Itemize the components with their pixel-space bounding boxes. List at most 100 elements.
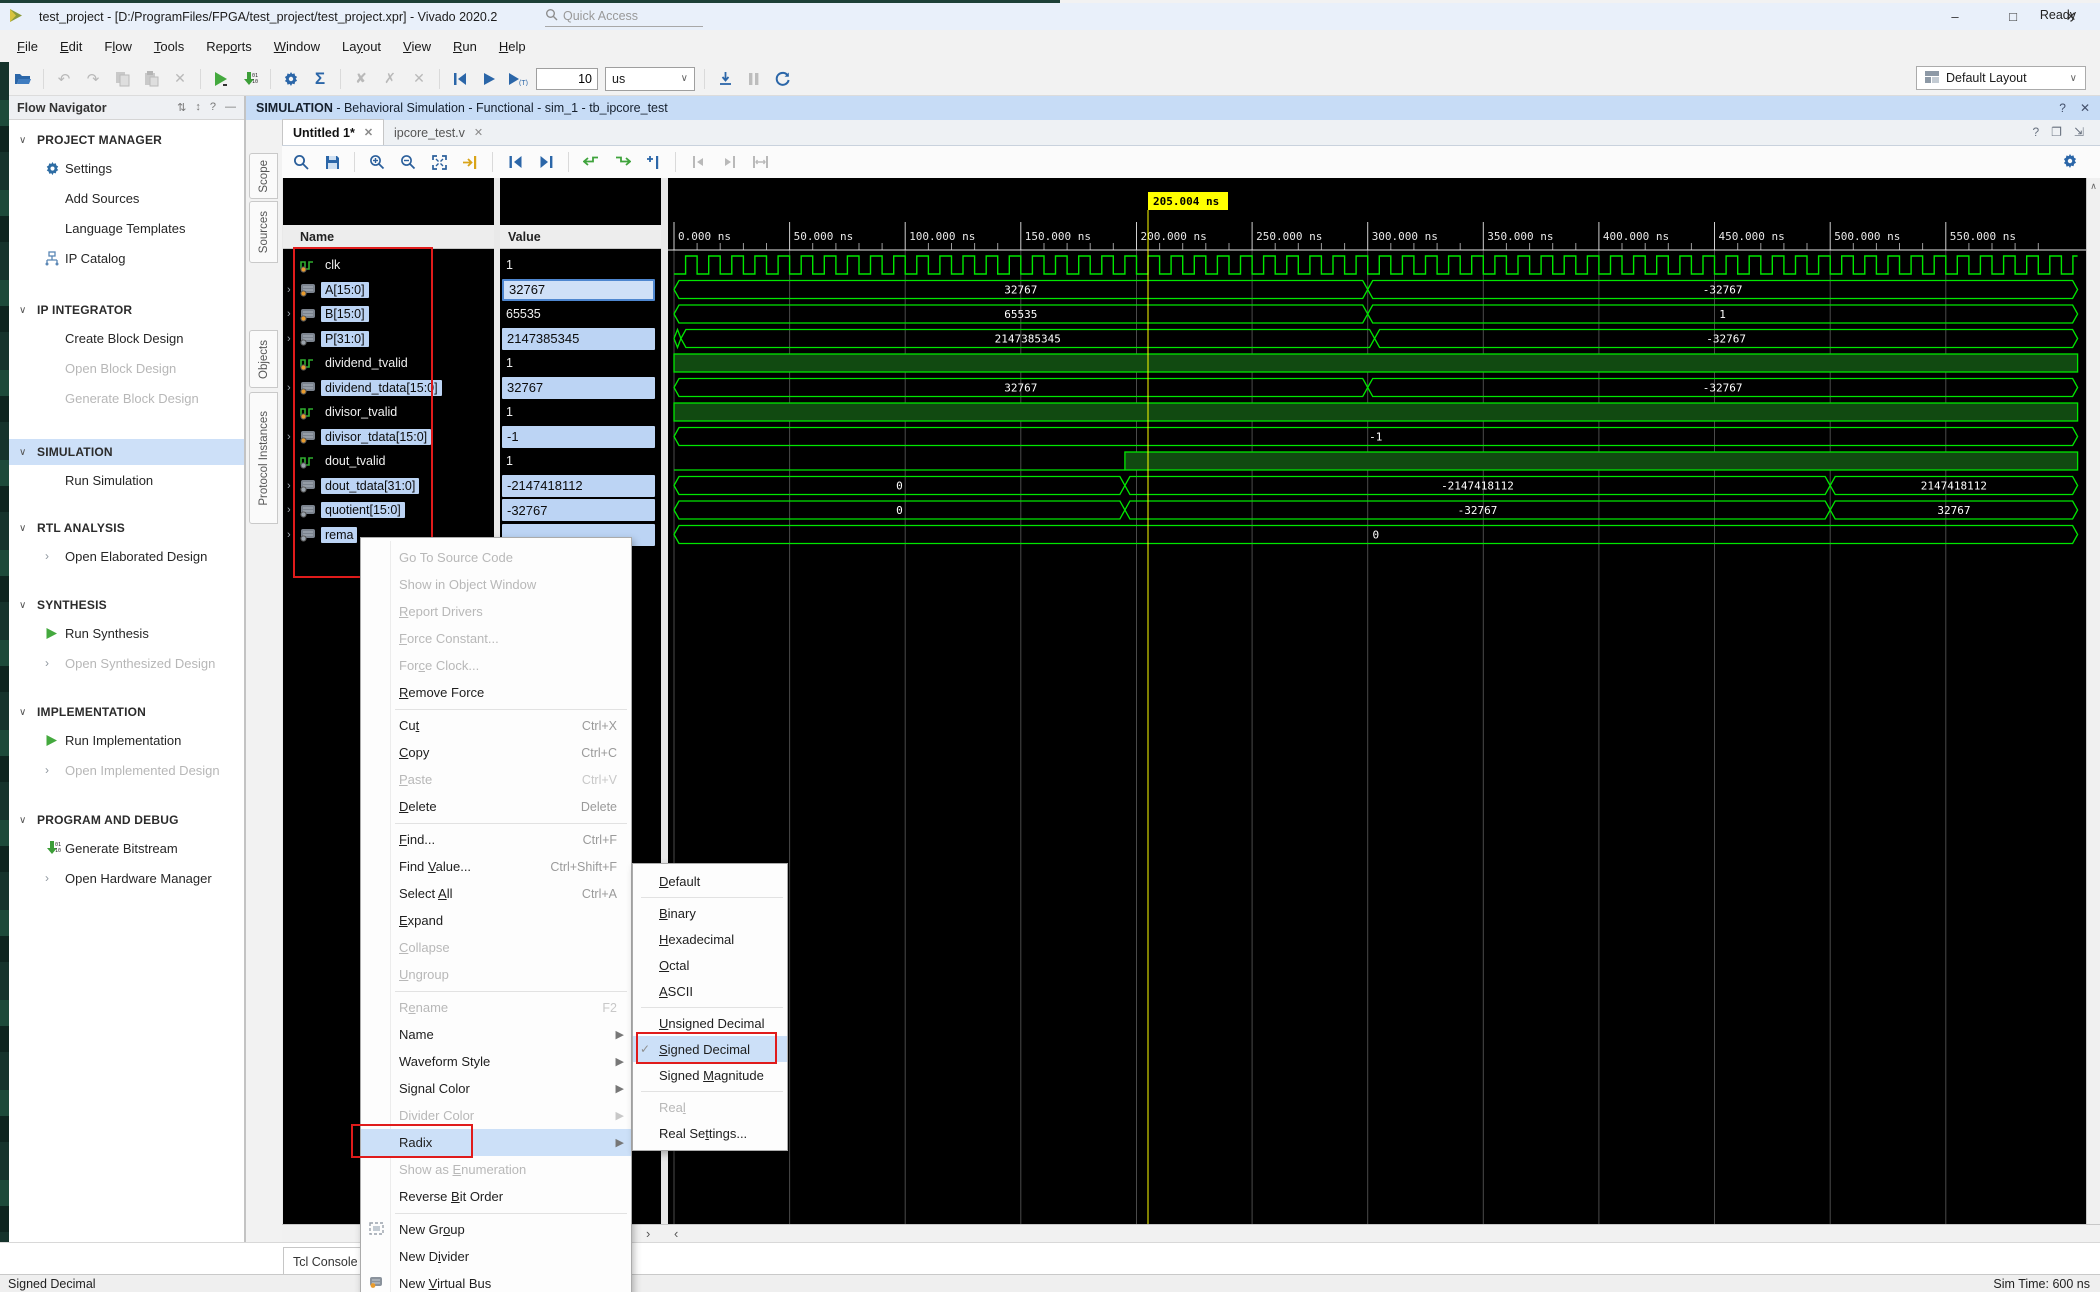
menu-reports[interactable]: Reports <box>195 35 263 58</box>
delete-x-icon[interactable]: ✕ <box>169 68 191 90</box>
expand-icon[interactable]: › <box>287 431 300 443</box>
menu-help[interactable]: Help <box>488 35 537 58</box>
close-tab-icon[interactable]: ✕ <box>364 126 373 139</box>
expand-icon[interactable]: › <box>287 382 300 394</box>
expand-icon[interactable]: › <box>287 504 300 516</box>
menu-item-new-virtual-bus[interactable]: New Virtual Bus <box>361 1270 631 1292</box>
add-marker-icon[interactable] <box>642 151 664 173</box>
expand-collapse-icon[interactable]: ↕ <box>195 101 201 114</box>
radix-option-real-settings[interactable]: Real Settings... <box>633 1120 787 1146</box>
expand-icon[interactable]: › <box>287 284 300 296</box>
flow-nav-item-ip-catalog[interactable]: IP Catalog <box>9 246 244 270</box>
run-all-icon[interactable] <box>478 68 500 90</box>
signal-row-value[interactable]: 32767 <box>500 278 661 302</box>
pane-close-icon[interactable]: ✕ <box>2080 101 2090 115</box>
menu-item-new-divider[interactable]: New Divider <box>361 1243 631 1270</box>
side-tab-sources[interactable]: Sources <box>249 201 278 263</box>
minimize-panel-icon[interactable]: — <box>225 101 236 114</box>
flow-nav-item-run-simulation[interactable]: Run Simulation <box>9 468 244 492</box>
menu-item-cut[interactable]: CutCtrl+X <box>361 712 631 739</box>
help-icon[interactable]: ? <box>210 101 216 114</box>
tab-tcl-console[interactable]: Tcl Console <box>283 1247 362 1275</box>
side-tab-protocol-instances[interactable]: Protocol Instances <box>249 392 278 524</box>
generate-bitstream-small-icon[interactable]: 0110 <box>239 68 261 90</box>
minimize-button[interactable]: – <box>1926 3 1984 30</box>
swap-right-icon[interactable] <box>611 151 633 173</box>
flow-nav-section-simulation[interactable]: ∨SIMULATION <box>9 440 244 464</box>
zoom-in-icon[interactable] <box>366 151 388 173</box>
menu-flow[interactable]: Flow <box>93 35 142 58</box>
menu-edit[interactable]: Edit <box>49 35 93 58</box>
menu-tools[interactable]: Tools <box>143 35 195 58</box>
radix-option-ascii[interactable]: ASCII <box>633 978 787 1004</box>
menu-item-waveform-style[interactable]: Waveform Style▶ <box>361 1048 631 1075</box>
pane-question-icon[interactable]: ? <box>2032 125 2039 139</box>
redo-icon[interactable]: ↷ <box>82 68 104 90</box>
expand-icon[interactable]: › <box>287 529 300 541</box>
expand-icon[interactable]: › <box>287 333 300 345</box>
menu-item-radix[interactable]: Radix▶ <box>361 1129 631 1156</box>
menu-item-name[interactable]: Name▶ <box>361 1021 631 1048</box>
zoom-cursor-icon[interactable] <box>459 151 481 173</box>
radix-option-unsigned-decimal[interactable]: Unsigned Decimal <box>633 1010 787 1036</box>
flow-nav-item-open-elaborated-design[interactable]: ›Open Elaborated Design <box>9 544 244 568</box>
menu-window[interactable]: Window <box>263 35 331 58</box>
signal-row-name[interactable]: ›dout_tdata[31:0] <box>283 474 494 498</box>
layout-selector[interactable]: Default Layout ∨ <box>1916 66 2086 90</box>
flow-nav-item-settings[interactable]: Settings <box>9 156 244 180</box>
flow-nav-item-add-sources[interactable]: Add Sources <box>9 186 244 210</box>
paste-icon[interactable] <box>140 68 162 90</box>
signal-row-value[interactable]: -32767 <box>500 498 661 522</box>
tab-ipcore-test-v[interactable]: ipcore_test.v✕ <box>384 120 493 145</box>
menu-layout[interactable]: Layout <box>331 35 392 58</box>
expand-icon[interactable]: › <box>287 308 300 320</box>
relaunch-icon[interactable] <box>772 68 794 90</box>
sim-run-time-input[interactable] <box>536 68 598 90</box>
menu-item-find[interactable]: Find...Ctrl+F <box>361 826 631 853</box>
menu-item-signal-color[interactable]: Signal Color▶ <box>361 1075 631 1102</box>
menu-item-delete[interactable]: DeleteDelete <box>361 793 631 820</box>
flow-nav-item-generate-bitstream[interactable]: 0110Generate Bitstream <box>9 836 244 860</box>
flow-nav-section-program-and-debug[interactable]: ∨PROGRAM AND DEBUG <box>9 808 244 832</box>
go-last-icon[interactable] <box>718 151 740 173</box>
run-for-time-icon[interactable]: (T) <box>507 68 529 90</box>
pane-help-icon[interactable]: ? <box>2059 101 2066 115</box>
signal-row-value[interactable]: 1 <box>500 400 661 424</box>
signal-row-value[interactable]: -2147418112 <box>500 474 661 498</box>
signal-row-value[interactable]: 32767 <box>500 376 661 400</box>
side-tab-scope[interactable]: Scope <box>249 153 278 199</box>
signal-row-name[interactable]: ›quotient[15:0] <box>283 498 494 522</box>
flow-nav-section-synthesis[interactable]: ∨SYNTHESIS <box>9 593 244 617</box>
zoom-out-icon[interactable] <box>397 151 419 173</box>
open-project-icon[interactable] <box>12 68 34 90</box>
span-icon[interactable] <box>749 151 771 173</box>
signal-row-name[interactable]: ›B[15:0] <box>283 302 494 326</box>
run-icon[interactable] <box>210 68 232 90</box>
signal-row-value[interactable]: 1 <box>500 449 661 473</box>
signal-row-name[interactable]: dividend_tvalid <box>283 351 494 375</box>
collapse-all-icon[interactable]: ⇅ <box>177 101 186 114</box>
save-icon[interactable] <box>321 151 343 173</box>
scroll-up-icon[interactable]: ∧ <box>2087 181 2100 192</box>
vertical-scrollbar[interactable]: ∧ <box>2086 178 2100 1224</box>
signal-row-name[interactable]: clk <box>283 253 494 277</box>
signal-row-value[interactable]: 1 <box>500 253 661 277</box>
zoom-fit-icon[interactable] <box>428 151 450 173</box>
quick-access-search[interactable]: Quick Access <box>545 6 703 27</box>
signal-row-name[interactable]: ›dividend_tdata[15:0] <box>283 376 494 400</box>
close-tab-icon[interactable]: ✕ <box>474 126 483 139</box>
breakpoint-off-icon[interactable]: ✘ <box>350 68 372 90</box>
flow-nav-section-project-manager[interactable]: ∨PROJECT MANAGER <box>9 128 244 152</box>
radix-option-signed-decimal[interactable]: ✓Signed Decimal <box>633 1036 787 1062</box>
radix-option-hexadecimal[interactable]: Hexadecimal <box>633 926 787 952</box>
radix-option-octal[interactable]: Octal <box>633 952 787 978</box>
menu-item-copy[interactable]: CopyCtrl+C <box>361 739 631 766</box>
menu-item-remove-force[interactable]: Remove Force <box>361 679 631 706</box>
flow-nav-item-create-block-design[interactable]: Create Block Design <box>9 326 244 350</box>
menu-run[interactable]: Run <box>442 35 488 58</box>
flow-nav-section-rtl-analysis[interactable]: ∨RTL ANALYSIS <box>9 516 244 540</box>
settings-gear-icon[interactable] <box>280 68 302 90</box>
menu-item-select-all[interactable]: Select AllCtrl+A <box>361 880 631 907</box>
splitter-left-icon[interactable]: ‹ <box>674 1226 678 1241</box>
signal-row-value[interactable]: 65535 <box>500 302 661 326</box>
